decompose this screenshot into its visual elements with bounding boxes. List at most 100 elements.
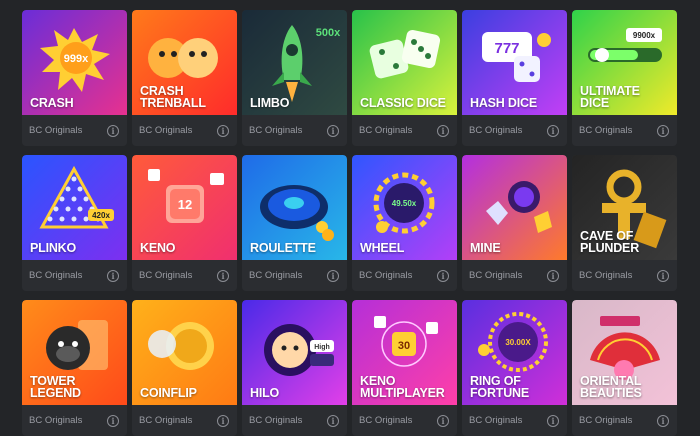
game-thumbnail[interactable]: TOWER LEGEND: [22, 300, 127, 405]
game-meta-row: BC Originals i: [462, 260, 567, 291]
game-meta-row: BC Originals i: [352, 405, 457, 436]
game-title: PLINKO: [30, 241, 77, 255]
game-title: COINFLIP: [140, 386, 197, 400]
game-meta-row: BC Originals i: [22, 115, 127, 146]
game-card[interactable]: 9900x ULTIMATE DICE BC Originals i: [572, 10, 677, 146]
info-icon[interactable]: i: [547, 414, 559, 427]
game-thumbnail[interactable]: 9900x ULTIMATE DICE: [572, 10, 677, 115]
provider-label: BC Originals: [579, 415, 633, 426]
badge-text: 30: [398, 340, 410, 352]
game-meta-row: BC Originals i: [242, 405, 347, 436]
game-card[interactable]: CLASSIC DICE BC Originals i: [352, 10, 457, 146]
provider-label: BC Originals: [469, 415, 523, 426]
info-icon[interactable]: i: [107, 124, 119, 137]
info-icon[interactable]: i: [657, 124, 669, 137]
game-thumbnail[interactable]: 420x PLINKO: [22, 155, 127, 260]
game-thumbnail[interactable]: CRASH TRENBALL: [132, 10, 237, 115]
provider-label: BC Originals: [139, 270, 193, 281]
provider-label: BC Originals: [469, 270, 523, 281]
game-thumbnail[interactable]: 49.50x WHEEL: [352, 155, 457, 260]
game-thumbnail[interactable]: 500x LIMBO: [242, 10, 347, 115]
game-card[interactable]: ROULETTE BC Originals i: [242, 155, 347, 291]
game-thumbnail[interactable]: 30.00X RING OF FORTUNE: [462, 300, 567, 405]
badge-text: High: [314, 344, 330, 351]
provider-label: BC Originals: [359, 270, 413, 281]
info-icon[interactable]: i: [107, 414, 119, 427]
provider-label: BC Originals: [29, 415, 83, 426]
game-meta-row: BC Originals i: [572, 260, 677, 291]
game-meta-row: BC Originals i: [462, 115, 567, 146]
badge-text: 12: [178, 197, 192, 212]
game-meta-row: BC Originals i: [242, 260, 347, 291]
game-card[interactable]: TOWER LEGEND BC Originals i: [22, 300, 127, 436]
game-card[interactable]: 30.00X RING OF FORTUNE BC Originals i: [462, 300, 567, 436]
game-title: KENO MULTIPLAYER: [360, 374, 445, 400]
game-card[interactable]: 30 KENO MULTIPLAYER BC Originals i: [352, 300, 457, 436]
games-grid: 999x CRASH BC Originals i CRASH TRENBALL BC …: [22, 10, 677, 436]
badge-text: 420x: [92, 211, 110, 220]
provider-label: BC Originals: [29, 125, 83, 136]
badge-text: 49.50x: [392, 199, 417, 208]
info-icon[interactable]: i: [217, 414, 229, 427]
provider-label: BC Originals: [249, 125, 303, 136]
game-card[interactable]: MINE BC Originals i: [462, 155, 567, 291]
game-thumbnail[interactable]: CLASSIC DICE: [352, 10, 457, 115]
info-icon[interactable]: i: [547, 269, 559, 282]
game-thumbnail[interactable]: ROULETTE: [242, 155, 347, 260]
info-icon[interactable]: i: [327, 414, 339, 427]
info-icon[interactable]: i: [657, 269, 669, 282]
provider-label: BC Originals: [29, 270, 83, 281]
game-meta-row: BC Originals i: [352, 115, 457, 146]
game-thumbnail[interactable]: 777 HASH DICE: [462, 10, 567, 115]
game-thumbnail[interactable]: CAVE OF PLUNDER: [572, 155, 677, 260]
game-title: ROULETTE: [250, 241, 316, 255]
game-thumbnail[interactable]: ORIENTAL BEAUTIES: [572, 300, 677, 405]
game-title: KENO: [140, 241, 176, 255]
info-icon[interactable]: i: [547, 124, 559, 137]
game-thumbnail[interactable]: MINE: [462, 155, 567, 260]
provider-label: BC Originals: [139, 125, 193, 136]
info-icon[interactable]: i: [437, 269, 449, 282]
game-card[interactable]: CAVE OF PLUNDER BC Originals i: [572, 155, 677, 291]
provider-label: BC Originals: [359, 125, 413, 136]
provider-label: BC Originals: [359, 415, 413, 426]
game-meta-row: BC Originals i: [242, 115, 347, 146]
game-meta-row: BC Originals i: [462, 405, 567, 436]
game-meta-row: BC Originals i: [132, 115, 237, 146]
game-card[interactable]: High HILO BC Originals i: [242, 300, 347, 436]
game-title: TOWER LEGEND: [30, 374, 81, 400]
game-thumbnail[interactable]: High HILO: [242, 300, 347, 405]
game-title: CLASSIC DICE: [360, 96, 446, 110]
info-icon[interactable]: i: [657, 414, 669, 427]
game-thumbnail[interactable]: COINFLIP: [132, 300, 237, 405]
game-card[interactable]: 420x PLINKO BC Originals i: [22, 155, 127, 291]
game-title: ULTIMATE DICE: [580, 84, 640, 110]
info-icon[interactable]: i: [327, 124, 339, 137]
game-thumbnail[interactable]: 12 KENO: [132, 155, 237, 260]
game-card[interactable]: ORIENTAL BEAUTIES BC Originals i: [572, 300, 677, 436]
game-meta-row: BC Originals i: [132, 260, 237, 291]
info-icon[interactable]: i: [217, 124, 229, 137]
game-thumbnail[interactable]: 30 KENO MULTIPLAYER: [352, 300, 457, 405]
svg-text:777: 777: [494, 40, 519, 57]
game-card[interactable]: 12 KENO BC Originals i: [132, 155, 237, 291]
game-card[interactable]: 49.50x WHEEL BC Originals i: [352, 155, 457, 291]
info-icon[interactable]: i: [217, 269, 229, 282]
badge-text: 500x: [316, 27, 341, 39]
game-card[interactable]: 999x CRASH BC Originals i: [22, 10, 127, 146]
game-title: ORIENTAL BEAUTIES: [580, 374, 642, 400]
game-title: CAVE OF PLUNDER: [580, 229, 640, 255]
game-card[interactable]: CRASH TRENBALL BC Originals i: [132, 10, 237, 146]
provider-label: BC Originals: [249, 270, 303, 281]
badge-text: 30.00X: [505, 338, 531, 347]
game-card[interactable]: 500x LIMBO BC Originals i: [242, 10, 347, 146]
provider-label: BC Originals: [469, 125, 523, 136]
info-icon[interactable]: i: [327, 269, 339, 282]
game-meta-row: BC Originals i: [352, 260, 457, 291]
game-card[interactable]: COINFLIP BC Originals i: [132, 300, 237, 436]
game-card[interactable]: 777 HASH DICE BC Originals i: [462, 10, 567, 146]
info-icon[interactable]: i: [437, 414, 449, 427]
game-thumbnail[interactable]: 999x CRASH: [22, 10, 127, 115]
info-icon[interactable]: i: [107, 269, 119, 282]
info-icon[interactable]: i: [437, 124, 449, 137]
